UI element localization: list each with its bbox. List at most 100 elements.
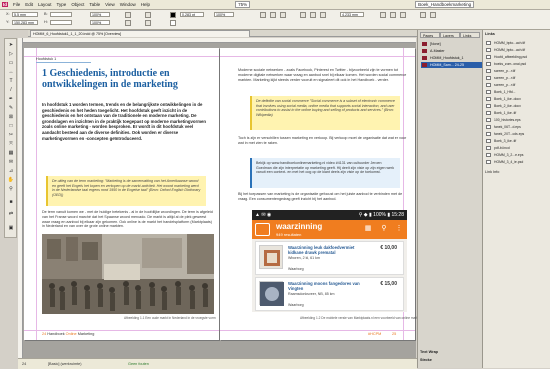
- page-spread-selected[interactable]: HOMM_Sam... 24-25: [421, 62, 483, 68]
- link-file-icon: [486, 104, 491, 108]
- link-item[interactable]: screen_p...r.tif: [485, 75, 549, 81]
- w-field[interactable]: [50, 12, 72, 17]
- tab-pages[interactable]: Pages: [420, 32, 440, 38]
- swap-icon[interactable]: ⇄: [7, 211, 15, 217]
- page-master-a[interactable]: A-Master: [421, 48, 483, 54]
- left-page[interactable]: Hoofdstuk 1 1 Geschiedenis, introductie …: [24, 48, 219, 340]
- text-wrap-2-icon[interactable]: [280, 12, 286, 18]
- opacity-field[interactable]: 100%: [214, 12, 234, 17]
- link-item[interactable]: pdf-bi.incd: [485, 145, 549, 151]
- align-left-icon[interactable]: [300, 12, 306, 18]
- fill-swatch-icon[interactable]: [170, 12, 176, 18]
- y-field[interactable]: 150,283 mm: [12, 20, 38, 25]
- note-icon[interactable]: ✉: [7, 159, 15, 165]
- menu-help[interactable]: Help: [141, 2, 150, 7]
- link-label: fanek_20T...cds.eps: [494, 132, 525, 136]
- menu-window[interactable]: Window: [120, 2, 136, 7]
- link-label: fanek_06T...d.eps: [494, 125, 521, 129]
- page-master-b[interactable]: HOMM_Hoofdstuk_1: [421, 55, 483, 61]
- link-item[interactable]: Boek_1_ike..tif: [485, 110, 549, 116]
- shear-icon[interactable]: [125, 20, 131, 26]
- link-item[interactable]: fanek_06T...d.eps: [485, 124, 549, 130]
- page-icon[interactable]: ▭: [7, 60, 15, 66]
- stroke-swatch-icon[interactable]: [170, 20, 176, 26]
- document-tab[interactable]: HOMM_6_Hoofdstuk1_1_1_20.indd @ 75% [Ove…: [30, 30, 250, 37]
- link-item[interactable]: HOMM_3_2...e.eps: [485, 152, 549, 158]
- zoom-icon[interactable]: ⚲: [7, 186, 15, 192]
- menu-view[interactable]: View: [105, 2, 115, 7]
- grid-icon[interactable]: [430, 12, 436, 18]
- link-item[interactable]: Boek_1_ike..docx: [485, 96, 549, 102]
- text-wrap-icon[interactable]: [270, 12, 276, 18]
- type-icon[interactable]: T: [7, 78, 15, 84]
- center-content-icon[interactable]: [400, 12, 406, 18]
- align-right-icon[interactable]: [320, 12, 326, 18]
- page-number: 25: [392, 332, 397, 336]
- fit-content-icon[interactable]: [390, 12, 396, 18]
- menu-object[interactable]: Object: [71, 2, 84, 7]
- eyedropper-icon[interactable]: ⊿: [7, 168, 15, 174]
- scale-x-field[interactable]: 100%: [90, 12, 110, 17]
- right-page[interactable]: Moderne sociale netwerken - zoals Facebo…: [220, 48, 427, 340]
- status-preflight[interactable]: Geen fouten: [128, 362, 149, 366]
- link-item[interactable]: Hoofd_afbeelding.psd: [485, 54, 549, 60]
- horizontal-ruler[interactable]: [18, 38, 416, 43]
- h-field[interactable]: [50, 20, 72, 25]
- tab-links[interactable]: Links: [460, 32, 480, 38]
- links-panel-header[interactable]: Links: [485, 32, 495, 36]
- link-item[interactable]: Boek_3_ike..tif: [485, 138, 549, 144]
- link-item[interactable]: screen_p...r.tif: [485, 82, 549, 88]
- menu-edit[interactable]: Edit: [25, 2, 33, 7]
- line-icon[interactable]: /: [7, 87, 15, 93]
- page-master-none[interactable]: [None]: [421, 41, 483, 47]
- gap-icon[interactable]: ↔: [7, 69, 15, 75]
- link-item[interactable]: fanek_20T...cds.eps: [485, 131, 549, 137]
- view-mode-icon[interactable]: ▣: [7, 225, 15, 231]
- flip-h-icon[interactable]: [145, 12, 151, 18]
- fit-frame-icon[interactable]: [380, 12, 386, 18]
- panel-header-stroke[interactable]: Stroke: [420, 358, 432, 362]
- vertical-ruler[interactable]: [18, 38, 23, 358]
- menu-layout[interactable]: Layout: [38, 2, 52, 7]
- menu-file[interactable]: File: [13, 2, 20, 7]
- tab-layers[interactable]: Layers: [440, 32, 460, 38]
- rotate-icon[interactable]: [125, 12, 131, 18]
- link-item[interactable]: HOMM_bpto...ach.tif: [485, 40, 549, 46]
- link-item[interactable]: screen_p...r.tif: [485, 68, 549, 74]
- align-center-icon[interactable]: [310, 12, 316, 18]
- effects-icon[interactable]: [260, 12, 266, 18]
- selection-icon[interactable]: ➤: [7, 42, 15, 48]
- menu-type[interactable]: Type: [57, 2, 67, 7]
- link-item[interactable]: boeks_zom..onai.psd: [485, 61, 549, 67]
- x-field[interactable]: 5,5 mm: [12, 12, 38, 17]
- frame-rect-icon[interactable]: ⊠: [7, 114, 15, 120]
- scale-y-field[interactable]: 100%: [90, 20, 110, 25]
- link-item[interactable]: Boek_1_Hfd...: [485, 89, 549, 95]
- link-file-icon: [486, 111, 491, 115]
- pen-icon[interactable]: ✒: [7, 96, 15, 102]
- free-transform-icon[interactable]: ⤧: [7, 141, 15, 147]
- panel-header-text-wrap[interactable]: Text Wrap: [420, 350, 438, 354]
- fit-offset-field[interactable]: 4,233 mm: [340, 12, 364, 17]
- hand-icon[interactable]: ✋: [7, 177, 15, 183]
- rectangle-icon[interactable]: □: [7, 123, 15, 129]
- video-info-box: Bekijk op www.handboekonlinemarketing.nl…: [250, 158, 400, 188]
- stroke-weight-field[interactable]: 0,283 pt: [180, 12, 204, 17]
- link-item[interactable]: HOMM_3_4_ie.psd: [485, 159, 549, 165]
- pencil-icon[interactable]: ✎: [7, 105, 15, 111]
- flip-v-icon[interactable]: [145, 20, 151, 26]
- fill-stroke-icon[interactable]: ■: [7, 199, 15, 205]
- direct-selection-icon[interactable]: ▷: [7, 51, 15, 57]
- zoom-level[interactable]: 75%: [235, 1, 251, 8]
- status-page[interactable]: 24: [22, 362, 26, 366]
- status-mode[interactable]: [Basic] (werkruimte): [48, 362, 82, 366]
- scissors-icon[interactable]: ✂: [7, 132, 15, 138]
- columns-icon[interactable]: [420, 12, 426, 18]
- gradient-icon[interactable]: ▦: [7, 150, 15, 156]
- link-item[interactable]: Boek_2_ike..docx: [485, 103, 549, 109]
- link-item[interactable]: 100_histories.eps: [485, 117, 549, 123]
- link-item[interactable]: HOMM_bpto...ach.tif: [485, 47, 549, 53]
- link-info-toggle[interactable]: Link Info: [485, 170, 499, 174]
- menu-table[interactable]: Table: [89, 2, 100, 7]
- workspace-switcher[interactable]: Boek_Handboekmarketing: [415, 1, 475, 8]
